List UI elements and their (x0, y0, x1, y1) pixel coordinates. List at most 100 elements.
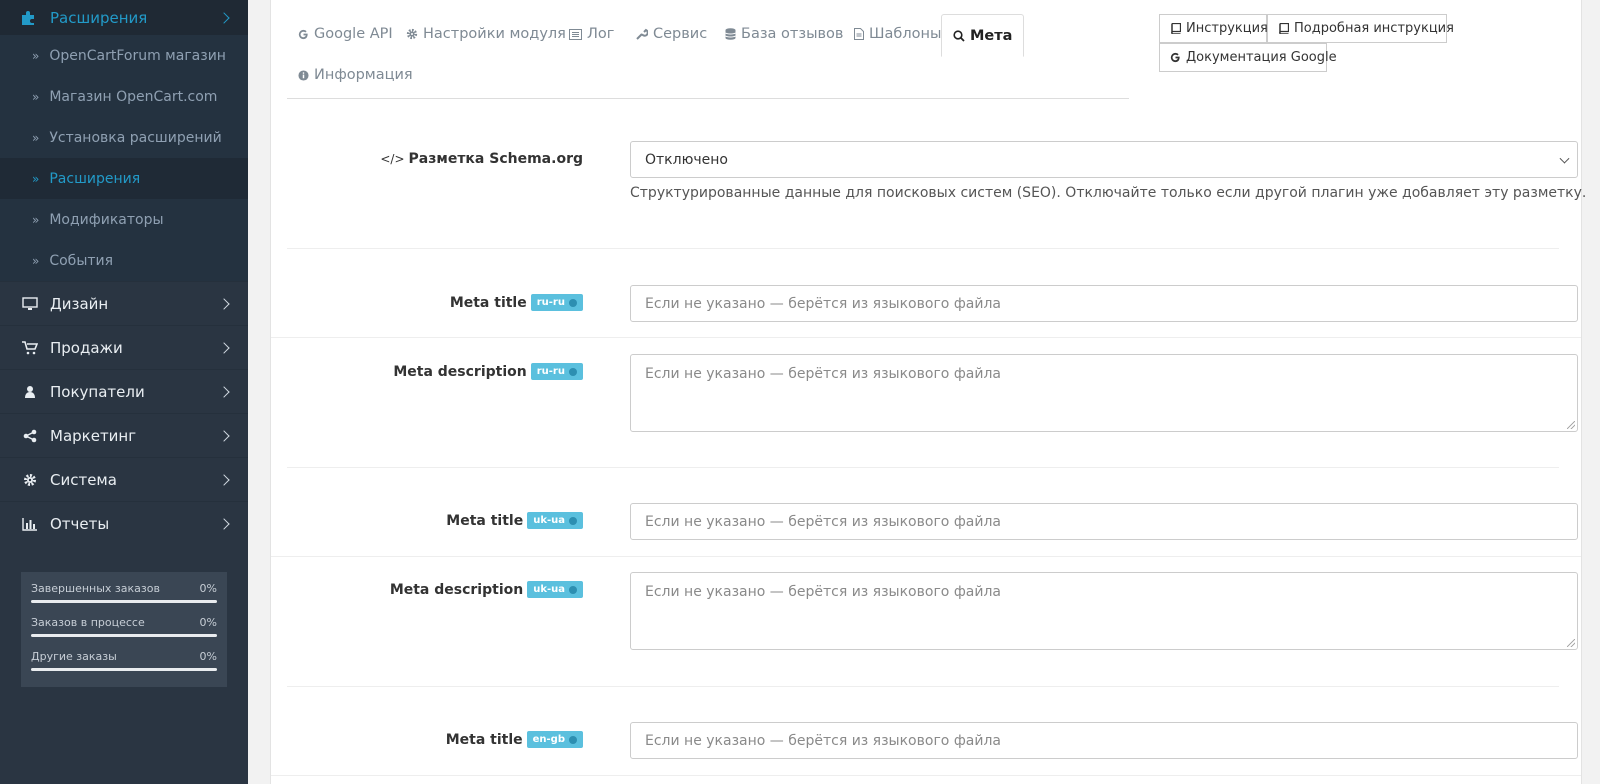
tab-templates[interactable]: Шаблоны (843, 14, 952, 54)
nav-design-label: Дизайн (50, 294, 109, 313)
lang-badge-text: ru-ru (536, 366, 565, 377)
google-icon (298, 29, 309, 40)
submenu-item-label: OpenCartForum магазин (49, 47, 226, 64)
resize-grip-icon[interactable] (1567, 639, 1575, 647)
divider (287, 467, 1559, 468)
submenu-item-opencart-store[interactable]: » Магазин OpenCart.com (0, 76, 248, 117)
submenu-item-label: Магазин OpenCart.com (49, 88, 218, 105)
stat-processing: Заказов в процессе 0% (31, 616, 217, 637)
lang-badge-text: ru-ru (536, 297, 565, 308)
tab-log[interactable]: Лог (558, 14, 625, 54)
nav-customers-label: Покупатели (50, 382, 145, 401)
nav-reports[interactable]: Отчеты (0, 501, 248, 545)
gear-icon (406, 28, 418, 40)
meta-description-textarea-uk[interactable]: Если не указано — берётся из языкового ф… (630, 572, 1578, 650)
nav-reports-label: Отчеты (50, 514, 110, 533)
meta-title-label-text: Meta title (446, 512, 524, 529)
double-chevron-icon: » (32, 212, 39, 227)
button-label: Документация Google (1186, 50, 1337, 65)
chevron-right-icon (218, 429, 230, 442)
submenu-item-label: Расширения (49, 170, 141, 187)
nav-design[interactable]: Дизайн (0, 281, 248, 325)
divider (271, 775, 1581, 776)
double-chevron-icon: » (32, 171, 39, 186)
lang-badge-text: uk-ua (533, 515, 565, 526)
resize-grip-icon[interactable] (1567, 421, 1575, 429)
tab-meta[interactable]: Мета (941, 14, 1025, 57)
tab-google-api[interactable]: Google API (287, 14, 404, 54)
meta-title-row-ru: Meta title ru-ru Если не указано — берётс… (287, 285, 1578, 325)
chevron-right-icon (218, 385, 230, 398)
meta-title-input-uk[interactable]: Если не указано — берётся из языкового ф… (630, 503, 1578, 540)
help-icon (569, 298, 577, 307)
google-docs-button[interactable]: Документация Google (1159, 43, 1337, 72)
help-icon (569, 585, 577, 594)
nav-system[interactable]: Система (0, 457, 248, 501)
user-icon (21, 384, 39, 400)
meta-description-label-text: Meta description (389, 581, 524, 598)
desktop-icon (21, 296, 39, 312)
double-chevron-icon: » (32, 253, 39, 268)
chevron-right-icon (218, 11, 230, 24)
stat-value: 0% (199, 616, 217, 629)
stat-value: 0% (199, 582, 217, 595)
meta-description-row-ru: Meta description ru-ru Если не указано — … (287, 354, 1578, 434)
submenu-item-modifications[interactable]: » Модификаторы (0, 199, 248, 240)
tab-service[interactable]: Сервис (625, 14, 718, 54)
nav-sales[interactable]: Продажи (0, 325, 248, 369)
placeholder-text: Если не указано — берётся из языкового ф… (645, 295, 1001, 312)
stat-label: Завершенных заказов (31, 582, 160, 595)
submenu-item-extensions[interactable]: » Расширения (0, 158, 248, 199)
tab-module-settings[interactable]: Настройки модуля (395, 14, 577, 54)
submenu-item-ocforum[interactable]: » OpenCartForum магазин (0, 35, 248, 76)
lang-badge: uk-ua (527, 512, 583, 529)
lang-badge: ru-ru (530, 294, 583, 311)
meta-title-label-text: Meta title (449, 294, 527, 311)
meta-description-textarea-ru[interactable]: Если не указано — берётся из языкового ф… (630, 354, 1578, 432)
meta-title-row-uk: Meta title uk-ua Если не указано — берётс… (287, 503, 1578, 543)
stat-label: Другие заказы (31, 650, 117, 663)
meta-description-label: Meta description uk-ua (390, 581, 583, 598)
extensions-submenu: » OpenCartForum магазин » Магазин OpenCart… (0, 35, 248, 281)
tab-reviews-db[interactable]: База отзывов (714, 14, 854, 54)
divider (287, 686, 1559, 687)
meta-title-row-en: Meta title en-gb Если не указано — берётс… (287, 722, 1578, 762)
info-icon (298, 69, 309, 81)
nav-system-label: Система (50, 470, 117, 489)
schema-label-text: Разметка Schema.org (408, 151, 583, 167)
meta-title-label: Meta title ru-ru (450, 294, 583, 311)
module-tabs: Google API Настройки модуля Лог Сервис Б… (287, 14, 1129, 99)
tab-label: Информация (314, 67, 413, 83)
detailed-instruction-button[interactable]: Подробная инструкция (1267, 14, 1454, 43)
nav-sales-label: Продажи (50, 338, 123, 357)
stat-progress-bar (31, 634, 217, 637)
tab-label: Шаблоны (869, 26, 942, 42)
tab-label: Google API (314, 26, 393, 42)
stat-completed: Завершенных заказов 0% (31, 582, 217, 603)
tab-info[interactable]: Информация (287, 55, 424, 95)
search-icon (953, 29, 965, 42)
wrench-icon (636, 28, 648, 40)
meta-title-label: Meta title en-gb (446, 731, 583, 748)
meta-title-input-en[interactable]: Если не указано — берётся из языкового ф… (630, 722, 1578, 759)
double-chevron-icon: » (32, 48, 39, 63)
button-label: Инструкция (1186, 21, 1268, 36)
meta-description-label: Meta description ru-ru (393, 363, 583, 380)
nav-marketing[interactable]: Маркетинг (0, 413, 248, 457)
placeholder-text: Если не указано — берётся из языкового ф… (645, 732, 1001, 749)
main-content: Google API Настройки модуля Лог Сервис Б… (270, 0, 1586, 784)
submenu-item-installer[interactable]: » Установка расширений (0, 117, 248, 158)
nav-customers[interactable]: Покупатели (0, 369, 248, 413)
schema-help-text: Структурированные данные для поисковых с… (630, 185, 1587, 201)
nav-extensions[interactable]: Расширения (0, 0, 248, 35)
sidebar: Расширения » OpenCartForum магазин » Магаз… (0, 0, 248, 784)
instruction-button[interactable]: Инструкция (1159, 14, 1268, 43)
chevron-right-icon (218, 473, 230, 486)
meta-description-label-text: Meta description (393, 363, 527, 380)
meta-title-input-ru[interactable]: Если не указано — берётся из языкового ф… (630, 285, 1578, 322)
tab-label: Мета (970, 27, 1013, 44)
schema-select[interactable]: Отключено (630, 141, 1578, 178)
submenu-item-events[interactable]: » События (0, 240, 248, 281)
nav-extensions-label: Расширения (50, 8, 148, 27)
placeholder-text: Если не указано — берётся из языкового ф… (645, 584, 1001, 600)
